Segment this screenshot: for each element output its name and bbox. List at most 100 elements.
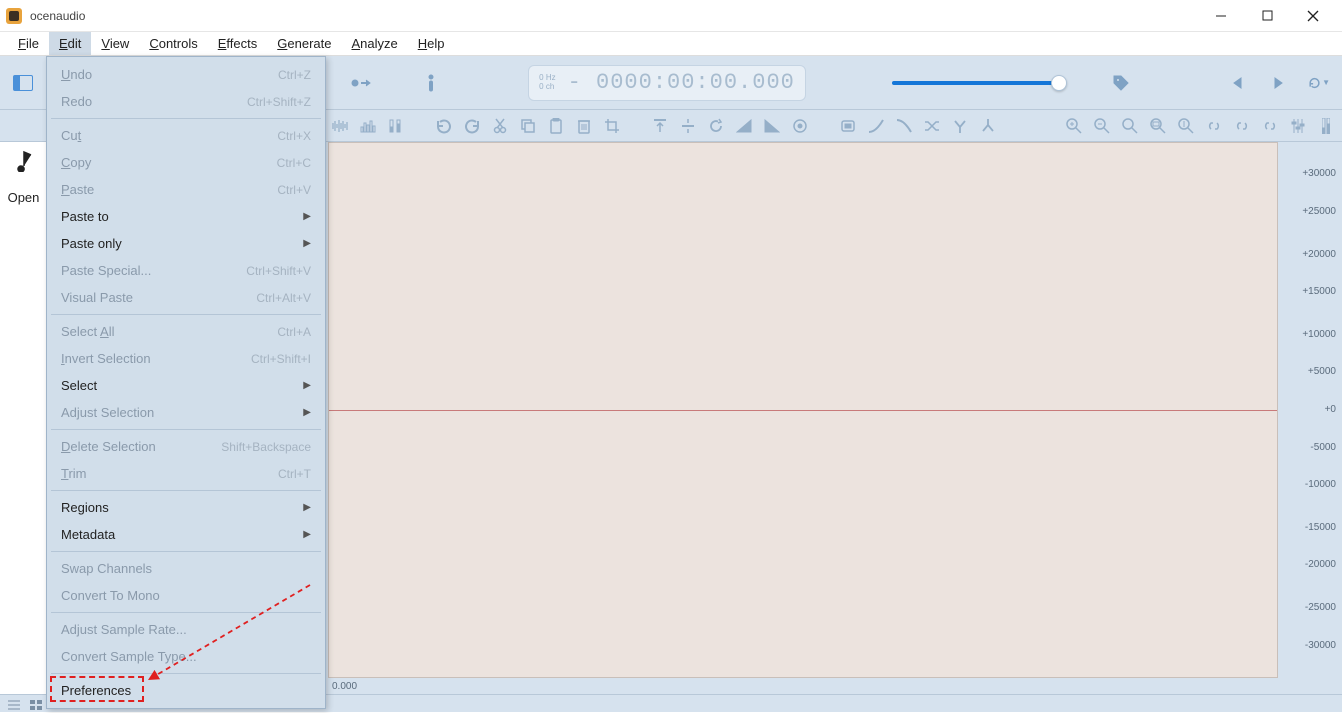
waveform-icon[interactable] <box>330 116 350 136</box>
sidebar: Open <box>0 142 48 694</box>
levels-icon[interactable] <box>386 116 406 136</box>
eq-icon[interactable] <box>1288 116 1308 136</box>
menu-separator <box>51 314 321 315</box>
menu-item-cut: CutCtrl+X <box>47 122 325 149</box>
fade-out-icon[interactable] <box>762 116 782 136</box>
zero-line <box>329 410 1277 411</box>
link3-icon[interactable] <box>1260 116 1280 136</box>
shuffle-icon[interactable] <box>922 116 942 136</box>
menu-help[interactable]: Help <box>408 32 455 55</box>
fork-icon[interactable] <box>950 116 970 136</box>
meter-icon[interactable] <box>1316 116 1336 136</box>
app-logo-icon <box>6 8 22 24</box>
zoom-sel-icon[interactable] <box>1120 116 1140 136</box>
zoom-in-icon[interactable] <box>1064 116 1084 136</box>
menu-item-select[interactable]: Select▶ <box>47 372 325 399</box>
volume-slider[interactable] <box>892 81 1062 85</box>
window-title: ocenaudio <box>30 9 85 23</box>
undo-icon[interactable] <box>434 116 454 136</box>
menu-edit[interactable]: Edit <box>49 32 91 55</box>
menu-item-swap-channels: Swap Channels <box>47 555 325 582</box>
titlebar: ocenaudio <box>0 0 1342 32</box>
close-button[interactable] <box>1290 1 1336 31</box>
grid-icon[interactable] <box>30 698 42 710</box>
fade-in-icon[interactable] <box>734 116 754 136</box>
menu-item-delete-selection: Delete SelectionShift+Backspace <box>47 433 325 460</box>
menu-analyze[interactable]: Analyze <box>341 32 407 55</box>
amp-tick: +20000 <box>1282 249 1336 260</box>
zoom-fit-icon[interactable] <box>1148 116 1168 136</box>
menu-item-convert-sample-type: Convert Sample Type... <box>47 643 325 670</box>
zoom-out-icon[interactable] <box>1092 116 1112 136</box>
edit-menu-dropdown: UndoCtrl+ZRedoCtrl+Shift+Z CutCtrl+XCopyC… <box>46 56 326 709</box>
menu-item-copy: CopyCtrl+C <box>47 149 325 176</box>
amp-tick: -10000 <box>1282 479 1336 490</box>
waveform-canvas[interactable] <box>328 142 1278 678</box>
target-icon[interactable] <box>790 116 810 136</box>
menu-view[interactable]: View <box>91 32 139 55</box>
nav-back-icon[interactable] <box>1228 72 1250 94</box>
menu-item-select-all: Select AllCtrl+A <box>47 318 325 345</box>
zoom-v-icon[interactable] <box>1176 116 1196 136</box>
menu-effects[interactable]: Effects <box>208 32 268 55</box>
menu-item-adjust-sample-rate: Adjust Sample Rate... <box>47 616 325 643</box>
delete-icon[interactable] <box>574 116 594 136</box>
merge-icon[interactable] <box>978 116 998 136</box>
align-top-icon[interactable] <box>650 116 670 136</box>
nav-forward-icon[interactable] <box>1268 72 1290 94</box>
paste-icon[interactable] <box>546 116 566 136</box>
menu-generate[interactable]: Generate <box>267 32 341 55</box>
spectrum-icon[interactable] <box>358 116 378 136</box>
menu-item-paste-only[interactable]: Paste only▶ <box>47 230 325 257</box>
amp-tick: +0 <box>1282 404 1336 415</box>
align-center-icon[interactable] <box>678 116 698 136</box>
timeline-ruler: 0.000 <box>328 678 1278 694</box>
cut-icon[interactable] <box>490 116 510 136</box>
menu-separator <box>51 118 321 119</box>
timeline-start: 0.000 <box>332 681 357 692</box>
menu-separator <box>51 612 321 613</box>
curve2-icon[interactable] <box>894 116 914 136</box>
music-note-icon <box>12 148 36 172</box>
menubar: FileEditViewControlsEffectsGenerateAnaly… <box>0 32 1342 56</box>
list-icon[interactable] <box>8 698 20 710</box>
amp-tick: -25000 <box>1282 602 1336 613</box>
amp-tick: +15000 <box>1282 286 1336 297</box>
counter-ch: 0 ch <box>539 83 555 92</box>
revert-icon[interactable] <box>706 116 726 136</box>
crop-icon[interactable] <box>602 116 622 136</box>
menu-item-undo: UndoCtrl+Z <box>47 61 325 88</box>
menu-item-trim: TrimCtrl+T <box>47 460 325 487</box>
sidebar-toggle-icon[interactable] <box>12 72 34 94</box>
amp-tick: +25000 <box>1282 206 1336 217</box>
menu-controls[interactable]: Controls <box>139 32 207 55</box>
redo-icon[interactable] <box>462 116 482 136</box>
menu-separator <box>51 429 321 430</box>
time-counter: 0 Hz 0 ch - 0000:00:00.000 <box>528 65 806 101</box>
info-icon[interactable] <box>420 72 442 94</box>
menu-item-paste-to[interactable]: Paste to▶ <box>47 203 325 230</box>
minimize-button[interactable] <box>1198 1 1244 31</box>
region-icon[interactable] <box>838 116 858 136</box>
play-next-icon[interactable] <box>350 72 372 94</box>
tag-icon[interactable] <box>1110 72 1132 94</box>
menu-separator <box>51 490 321 491</box>
menu-item-convert-to-mono: Convert To Mono <box>47 582 325 609</box>
counter-time: - 0000:00:00.000 <box>568 70 795 95</box>
link1-icon[interactable] <box>1204 116 1224 136</box>
amp-tick: +10000 <box>1282 329 1336 340</box>
curve1-icon[interactable] <box>866 116 886 136</box>
history-icon[interactable]: ▼ <box>1308 72 1330 94</box>
menu-item-preferences[interactable]: Preferences <box>47 677 325 704</box>
copy-icon[interactable] <box>518 116 538 136</box>
menu-item-invert-selection: Invert SelectionCtrl+Shift+I <box>47 345 325 372</box>
link2-icon[interactable] <box>1232 116 1252 136</box>
menu-item-redo: RedoCtrl+Shift+Z <box>47 88 325 115</box>
menu-item-regions[interactable]: Regions▶ <box>47 494 325 521</box>
menu-file[interactable]: File <box>8 32 49 55</box>
menu-item-metadata[interactable]: Metadata▶ <box>47 521 325 548</box>
maximize-button[interactable] <box>1244 1 1290 31</box>
amp-tick: -15000 <box>1282 522 1336 533</box>
menu-item-paste-special: Paste Special...Ctrl+Shift+V <box>47 257 325 284</box>
amp-tick: -20000 <box>1282 559 1336 570</box>
